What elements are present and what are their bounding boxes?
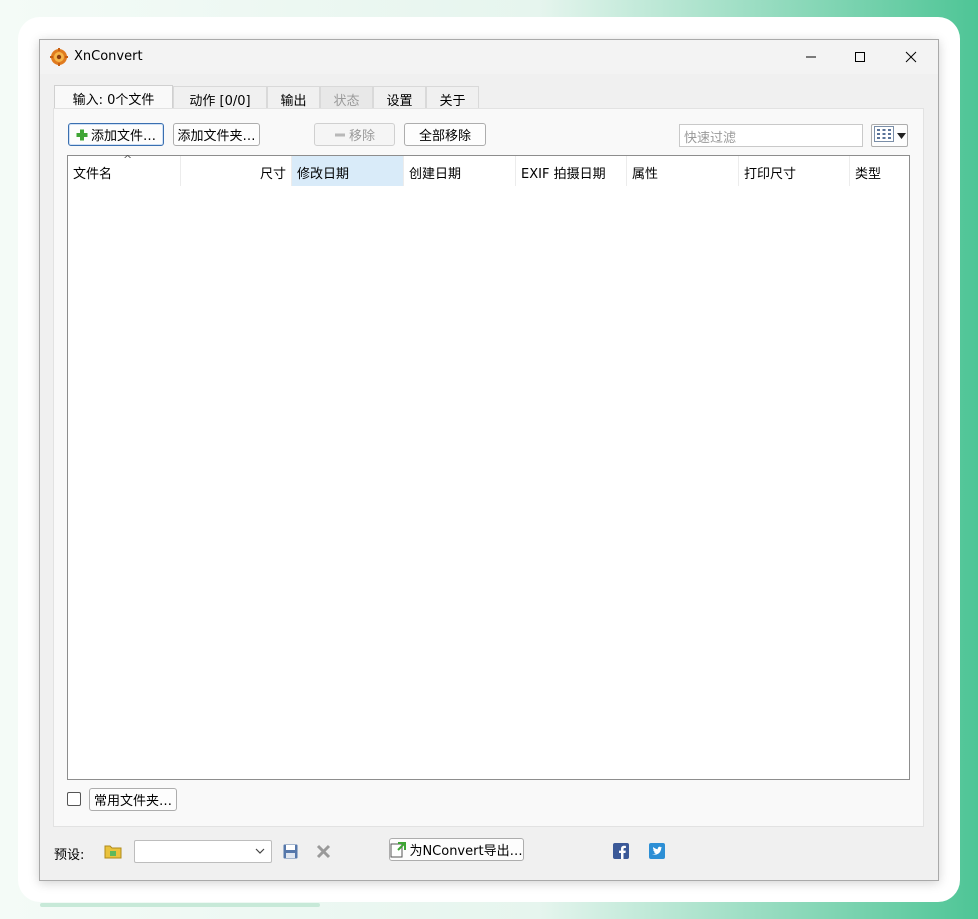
title-bar: XnConvert bbox=[40, 40, 938, 74]
plus-icon bbox=[76, 129, 88, 141]
favorites-checkbox[interactable] bbox=[67, 792, 81, 806]
grid-view-icon bbox=[874, 125, 894, 146]
tab-about[interactable]: 关于 bbox=[426, 86, 479, 109]
column-header-label: 打印尺寸 bbox=[744, 167, 797, 182]
tab-label: 设置 bbox=[386, 94, 413, 109]
quick-filter-input[interactable]: 快速过滤 bbox=[679, 124, 863, 147]
remove-button: 移除 bbox=[314, 123, 395, 146]
minus-icon bbox=[334, 129, 346, 141]
column-created-date[interactable]: 创建日期 bbox=[404, 156, 516, 186]
file-list[interactable]: ^ 文件名 尺寸 修改日期 创建日期 EXIF 拍摄日期 属性 打印尺寸 类型 bbox=[67, 153, 910, 780]
tab-actions[interactable]: 动作 [0/0] bbox=[173, 86, 267, 109]
folder-icon bbox=[104, 845, 122, 859]
export-nconvert-button[interactable]: 为NConvert导出… bbox=[389, 838, 524, 861]
twitter-icon bbox=[649, 843, 665, 859]
facebook-button[interactable] bbox=[612, 842, 630, 860]
column-header-label: 属性 bbox=[632, 167, 659, 182]
column-modified-date[interactable]: 修改日期 bbox=[292, 156, 404, 186]
column-header-label: 创建日期 bbox=[409, 167, 462, 182]
app-window: XnConvert 输入: 0个文件 动作 [0/0] 输出 状态 设置 关于 bbox=[39, 39, 939, 881]
maximize-icon bbox=[855, 52, 865, 62]
sort-ascending-icon: ^ bbox=[123, 153, 133, 166]
column-type[interactable]: 类型 bbox=[850, 156, 909, 186]
column-exif-date[interactable]: EXIF 拍摄日期 bbox=[516, 156, 627, 186]
column-header-label: EXIF 拍摄日期 bbox=[521, 167, 606, 182]
close-button[interactable] bbox=[888, 40, 934, 74]
add-files-button[interactable]: 添加文件… bbox=[68, 123, 164, 146]
add-folder-button[interactable]: 添加文件夹… bbox=[173, 123, 260, 146]
column-attributes[interactable]: 属性 bbox=[627, 156, 739, 186]
delete-icon bbox=[316, 844, 330, 858]
remove-all-button[interactable]: 全部移除 bbox=[404, 123, 486, 146]
add-folder-label: 添加文件夹… bbox=[177, 129, 256, 144]
minimize-button[interactable] bbox=[788, 40, 834, 74]
background-decoration bbox=[40, 903, 320, 907]
minimize-icon bbox=[806, 56, 816, 58]
dropdown-arrow-icon bbox=[897, 128, 906, 143]
window-title: XnConvert bbox=[74, 49, 143, 64]
tab-status: 状态 bbox=[320, 86, 373, 109]
tab-output[interactable]: 输出 bbox=[267, 86, 320, 109]
column-header-label: 文件名 bbox=[73, 167, 113, 182]
export-script-icon bbox=[390, 841, 407, 858]
column-header-label: 尺寸 bbox=[259, 167, 286, 182]
app-logo-icon bbox=[50, 48, 68, 66]
facebook-icon bbox=[613, 843, 629, 859]
column-header-label: 类型 bbox=[855, 167, 882, 182]
favorite-folders-button[interactable]: 常用文件夹… bbox=[89, 788, 177, 811]
tab-label: 输出 bbox=[280, 94, 307, 109]
tab-label: 动作 [0/0] bbox=[189, 94, 251, 109]
quick-filter-placeholder: 快速过滤 bbox=[684, 131, 737, 146]
tab-label: 关于 bbox=[439, 94, 466, 109]
tab-label: 输入: 0个文件 bbox=[72, 93, 155, 108]
close-icon bbox=[905, 51, 917, 63]
column-size[interactable]: 尺寸 bbox=[181, 156, 292, 186]
preset-select[interactable] bbox=[134, 840, 272, 863]
twitter-button[interactable] bbox=[648, 842, 666, 860]
chevron-down-icon bbox=[254, 845, 266, 861]
tab-input[interactable]: 输入: 0个文件 bbox=[54, 85, 173, 109]
export-nconvert-label: 为NConvert导出… bbox=[409, 844, 523, 859]
remove-label: 移除 bbox=[348, 129, 375, 144]
favorite-folders-label: 常用文件夹… bbox=[94, 794, 173, 809]
save-preset-button[interactable] bbox=[281, 842, 299, 860]
save-icon bbox=[283, 844, 297, 858]
column-header-label: 修改日期 bbox=[297, 167, 350, 182]
column-print-size[interactable]: 打印尺寸 bbox=[739, 156, 850, 186]
tab-label: 状态 bbox=[333, 94, 360, 109]
preset-label: 预设: bbox=[54, 848, 85, 863]
tab-settings[interactable]: 设置 bbox=[373, 86, 426, 109]
view-mode-button[interactable] bbox=[871, 124, 908, 147]
open-preset-button[interactable] bbox=[104, 842, 122, 860]
delete-preset-button[interactable] bbox=[314, 842, 332, 860]
maximize-button[interactable] bbox=[837, 40, 883, 74]
add-files-label: 添加文件… bbox=[90, 129, 156, 144]
column-filename[interactable]: ^ 文件名 bbox=[68, 153, 181, 186]
remove-all-label: 全部移除 bbox=[418, 129, 471, 144]
